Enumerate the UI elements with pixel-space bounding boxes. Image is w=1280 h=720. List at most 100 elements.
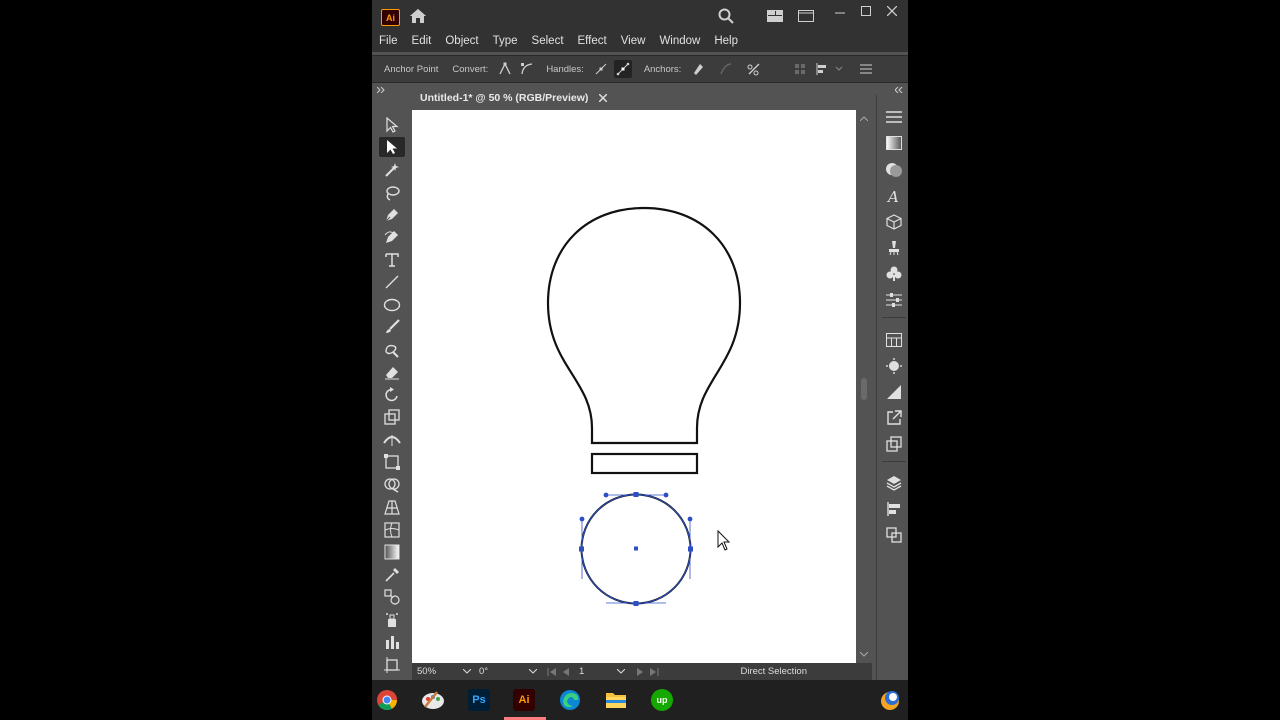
menu-edit[interactable]: Edit [405,30,439,52]
menu-window[interactable]: Window [652,30,707,52]
shape-builder-tool[interactable] [379,475,405,495]
artboard[interactable] [412,110,856,663]
direct-selection-tool[interactable] [379,137,405,157]
taskbar-chrome[interactable] [373,686,401,714]
remove-anchor-icon[interactable] [689,60,707,78]
taskbar-file-explorer[interactable] [602,686,630,714]
eyedropper-tool[interactable] [379,565,405,585]
scale-tool[interactable] [379,407,405,427]
curvature-tool[interactable] [379,227,405,247]
lasso-tool[interactable] [379,183,405,203]
align-icon[interactable] [813,60,831,78]
line-segment-tool[interactable] [379,272,405,292]
scroll-down-icon[interactable] [859,650,869,658]
artboard-dropdown-icon[interactable] [615,667,627,677]
close-icon[interactable] [885,4,899,18]
convert-to-corner-icon[interactable] [496,60,514,78]
artboard-number[interactable]: 1 [579,666,615,677]
appearance-panel-icon[interactable] [883,290,905,310]
next-artboard-icon[interactable] [633,667,647,677]
search-icon[interactable] [717,7,735,25]
brushes-panel-icon[interactable] [883,238,905,258]
lightbulb-globe-shape [546,206,742,445]
vertical-scrollbar[interactable] [856,110,872,663]
transparency-panel-icon[interactable] [883,160,905,180]
artboard-tool[interactable] [379,655,405,675]
menu-effect[interactable]: Effect [571,30,614,52]
pathfinder-panel-icon[interactable] [883,525,905,545]
symbols-panel-icon[interactable] [883,264,905,284]
document-tab[interactable]: Untitled-1* @ 50 % (RGB/Preview) [412,86,616,110]
toolbox-collapse-icon[interactable] [376,86,386,94]
symbol-sprayer-tool[interactable] [379,610,405,630]
rotate-tool[interactable] [379,385,405,405]
ellipse-tool[interactable] [379,295,405,315]
menu-select[interactable]: Select [525,30,571,52]
character-panel-icon[interactable]: A [883,186,905,206]
3d-panel-icon[interactable] [883,212,905,232]
show-handles-icon[interactable] [592,60,610,78]
taskbar-edge[interactable] [556,686,584,714]
taskbar-tray-app[interactable] [876,686,904,714]
prev-artboard-icon[interactable] [559,667,573,677]
control-panel-menu-icon[interactable] [857,60,875,78]
maximize-icon[interactable] [859,4,873,18]
taskbar-paint[interactable] [419,686,447,714]
taskbar-illustrator[interactable]: Ai [510,686,538,714]
convert-to-smooth-icon[interactable] [518,60,536,78]
menu-help[interactable]: Help [707,30,745,52]
asset-export-panel-icon[interactable] [883,434,905,454]
last-artboard-icon[interactable] [647,667,661,677]
layers-panel-icon[interactable] [883,473,905,493]
export-panel-icon[interactable] [883,408,905,428]
properties-panel-icon[interactable] [883,107,905,127]
swatches-panel-icon[interactable] [883,330,905,350]
selection-tool[interactable] [379,115,405,135]
stroke-panel-icon[interactable] [883,382,905,402]
panels-collapse-icon[interactable] [894,86,904,94]
menu-view[interactable]: View [614,30,653,52]
document-canvas[interactable] [412,110,872,663]
type-tool[interactable] [379,250,405,270]
scroll-up-icon[interactable] [859,114,869,122]
rotation-dropdown-icon[interactable] [527,667,539,677]
home-icon[interactable] [408,7,428,25]
scrollbar-thumb[interactable] [861,378,867,400]
blend-tool[interactable] [379,587,405,607]
tab-close-icon[interactable] [598,93,608,103]
eraser-tool[interactable] [379,362,405,382]
color-guide-panel-icon[interactable] [883,356,905,376]
align-panel-icon[interactable] [883,499,905,519]
align-dropdown-chevron-icon[interactable] [835,60,843,78]
menu-object[interactable]: Object [438,30,485,52]
zoom-value[interactable]: 50% [417,666,461,677]
menu-type[interactable]: Type [486,30,525,52]
workspace-layout-icon[interactable] [766,9,784,23]
pen-tool[interactable] [379,205,405,225]
zoom-dropdown-icon[interactable] [461,667,473,677]
arrange-documents-icon[interactable] [797,9,815,23]
shaper-tool[interactable] [379,340,405,360]
rotation-value[interactable]: 0° [479,666,527,677]
control-bar: Anchor Point Convert: Handles: Anchors: [372,55,908,83]
gradient-tool[interactable] [379,542,405,562]
width-tool[interactable] [379,430,405,450]
current-tool-readout[interactable]: Direct Selection [740,666,807,677]
taskbar-upwork[interactable]: up [648,686,676,714]
gradient-panel-icon[interactable] [883,133,905,153]
magic-wand-tool[interactable] [379,160,405,180]
taskbar-photoshop[interactable]: Ps [465,686,493,714]
paintbrush-tool[interactable] [379,317,405,337]
handles-label: Handles: [546,63,584,75]
connect-anchors-icon[interactable] [717,60,735,78]
hide-handles-icon[interactable] [613,60,632,78]
cut-path-icon[interactable] [745,60,763,78]
minimize-icon[interactable] [833,6,847,20]
first-artboard-icon[interactable] [545,667,559,677]
mesh-tool[interactable] [379,520,405,540]
isolate-icon[interactable] [791,60,809,78]
menu-file[interactable]: File [372,30,405,52]
free-transform-tool[interactable] [379,452,405,472]
perspective-grid-tool[interactable] [379,497,405,517]
column-graph-tool[interactable] [379,632,405,652]
